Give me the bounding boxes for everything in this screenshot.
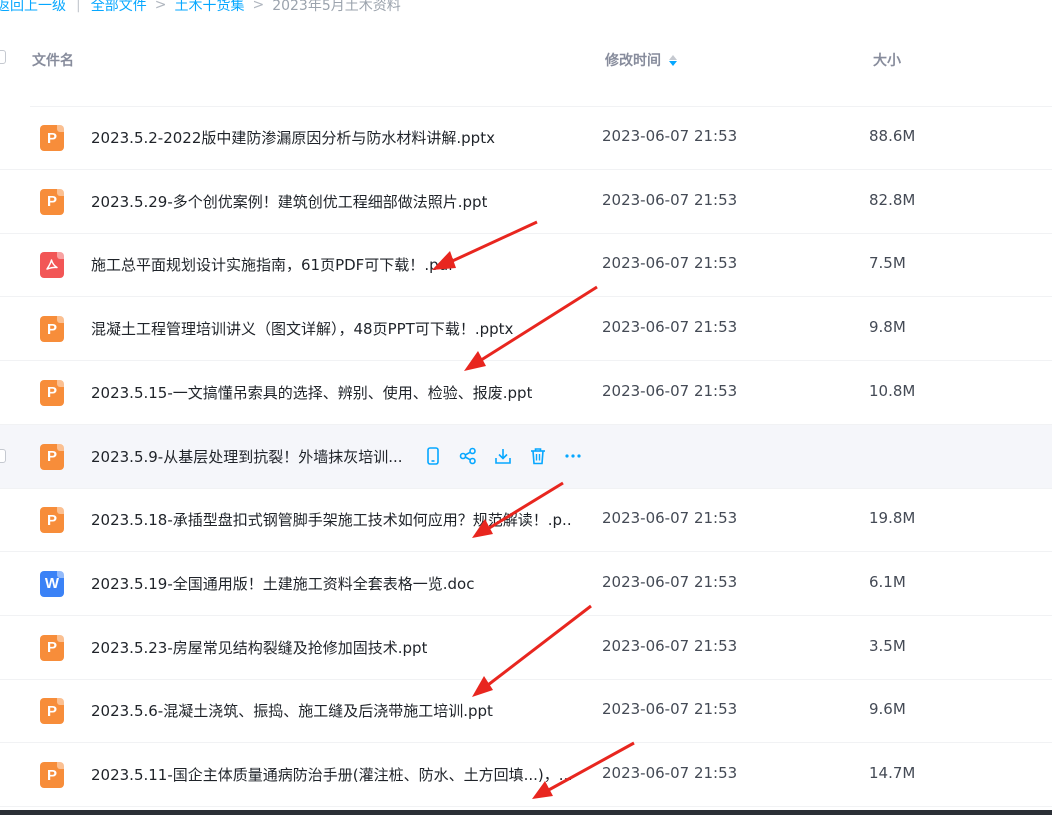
breadcrumb-current: 2023年5月土木资料 bbox=[272, 0, 401, 14]
file-name[interactable]: 2023.5.6-混凝土浇筑、振捣、施工缝及后浇带施工培训.ppt bbox=[91, 700, 493, 721]
column-time-header[interactable]: 修改时间 bbox=[605, 50, 677, 70]
mobile-icon[interactable] bbox=[424, 446, 442, 465]
file-name[interactable]: 2023.5.11-国企主体质量通病防治手册(灌注桩、防水、土方回填...)，.… bbox=[91, 764, 571, 785]
file-name[interactable]: 施工总平面规划设计实施指南，61页PDF可下载！.pdf bbox=[91, 254, 453, 275]
breadcrumb-separator: | bbox=[76, 0, 81, 13]
breadcrumb-arrow: > bbox=[154, 0, 167, 13]
file-modified-time: 2023-06-07 21:53 bbox=[602, 509, 738, 528]
file-size: 14.7M bbox=[869, 764, 916, 782]
file-row[interactable]: P 2023.5.15-一文搞懂吊索具的选择、辨别、使用、检验、报废.ppt 202… bbox=[0, 361, 1052, 425]
back-link[interactable]: 返回上一级 bbox=[0, 0, 66, 15]
breadcrumb-all-files[interactable]: 全部文件 bbox=[91, 0, 147, 15]
file-modified-time: 2023-06-07 21:53 bbox=[602, 254, 738, 273]
file-modified-time: 2023-06-07 21:53 bbox=[602, 636, 738, 655]
file-size: 9.6M bbox=[869, 700, 906, 719]
download-icon[interactable] bbox=[494, 447, 512, 465]
file-row[interactable]: W 2023.5.19-全国通用版！土建施工资料全套表格一览.doc 2023-06… bbox=[0, 552, 1052, 616]
file-size: 88.6M bbox=[869, 127, 916, 145]
breadcrumb-arrow: > bbox=[252, 0, 265, 13]
file-size: 19.8M bbox=[869, 509, 916, 528]
word-file-icon: W bbox=[40, 570, 64, 597]
ppt-file-icon: P bbox=[40, 188, 64, 215]
file-size: 9.8M bbox=[869, 318, 906, 337]
file-name[interactable]: 2023.5.15-一文搞懂吊索具的选择、辨别、使用、检验、报废.ppt bbox=[91, 382, 532, 403]
ppt-file-icon: P bbox=[40, 698, 64, 725]
file-modified-time: 2023-06-07 21:53 bbox=[602, 318, 738, 337]
file-list-page: 返回上一级 | 全部文件 > 土木干货集 > 2023年5月土木资料 文件名 修… bbox=[0, 0, 1052, 815]
delete-icon[interactable] bbox=[529, 447, 547, 465]
file-row[interactable]: P 2023.5.23-房屋常见结构裂缝及抢修加固技术.ppt 2023-06-07… bbox=[0, 616, 1052, 680]
file-row[interactable]: P 2023.5.18-承插型盘扣式钢管脚手架施工技术如何应用？规范解读！.p..… bbox=[0, 488, 1052, 553]
file-row[interactable]: P 2023.5.11-国企主体质量通病防治手册(灌注桩、防水、土方回填...)，… bbox=[0, 743, 1052, 807]
file-modified-time: 2023-06-07 21:53 bbox=[602, 190, 738, 209]
row-actions bbox=[424, 446, 582, 465]
file-row[interactable]: P 混凝土工程管理培训讲义（图文详解），48页PPT可下载！.pptx 2023-0… bbox=[0, 297, 1052, 362]
file-modified-time: 2023-06-07 21:53 bbox=[602, 572, 738, 591]
file-row[interactable]: P 2023.5.2-2022版中建防渗漏原因分析与防水材料讲解.pptx 2023… bbox=[0, 106, 1052, 170]
file-name[interactable]: 2023.5.29-多个创优案例！建筑创优工程细部做法照片.ppt bbox=[91, 191, 487, 212]
pdf-file-icon bbox=[40, 252, 64, 279]
file-row[interactable]: P 2023.5.6-混凝土浇筑、振捣、施工缝及后浇带施工培训.ppt 2023-0… bbox=[0, 679, 1052, 744]
breadcrumb: 返回上一级 | 全部文件 > 土木干货集 > 2023年5月土木资料 bbox=[0, 0, 401, 16]
file-name[interactable]: 2023.5.9-从基层处理到抗裂！外墙抹灰培训... bbox=[91, 446, 403, 467]
column-name-header[interactable]: 文件名 bbox=[32, 50, 74, 70]
file-row[interactable]: P 2023.5.29-多个创优案例！建筑创优工程细部做法照片.ppt 2023-0… bbox=[0, 170, 1052, 234]
row-checkbox[interactable] bbox=[0, 448, 6, 463]
select-all-checkbox[interactable] bbox=[0, 50, 6, 64]
bottom-edge bbox=[0, 810, 1052, 815]
ppt-file-icon: P bbox=[40, 379, 64, 406]
file-modified-time: 2023-06-07 21:53 bbox=[602, 764, 738, 782]
file-row[interactable]: 施工总平面规划设计实施指南，61页PDF可下载！.pdf 2023-06-07 2… bbox=[0, 233, 1052, 298]
column-size-header[interactable]: 大小 bbox=[873, 50, 901, 70]
file-size: 3.5M bbox=[869, 636, 906, 655]
sort-icon[interactable] bbox=[669, 54, 677, 66]
file-modified-time: 2023-06-07 21:53 bbox=[602, 127, 738, 145]
file-name[interactable]: 2023.5.23-房屋常见结构裂缝及抢修加固技术.ppt bbox=[91, 637, 427, 658]
file-name[interactable]: 2023.5.18-承插型盘扣式钢管脚手架施工技术如何应用？规范解读！.p... bbox=[91, 509, 571, 530]
ppt-file-icon: P bbox=[40, 125, 64, 151]
file-name[interactable]: 2023.5.19-全国通用版！土建施工资料全套表格一览.doc bbox=[91, 573, 474, 594]
share-icon[interactable] bbox=[459, 447, 477, 465]
ppt-file-icon: P bbox=[40, 443, 64, 470]
ppt-file-icon: P bbox=[40, 762, 64, 788]
file-size: 82.8M bbox=[869, 190, 916, 209]
list-header: 文件名 修改时间 大小 bbox=[0, 40, 1052, 78]
file-size: 7.5M bbox=[869, 254, 906, 273]
file-size: 10.8M bbox=[869, 381, 916, 400]
ppt-file-icon: P bbox=[40, 316, 64, 343]
file-name[interactable]: 2023.5.2-2022版中建防渗漏原因分析与防水材料讲解.pptx bbox=[91, 127, 495, 148]
file-modified-time: 2023-06-07 21:53 bbox=[602, 700, 738, 719]
column-time-label: 修改时间 bbox=[605, 53, 661, 69]
breadcrumb-folder[interactable]: 土木干货集 bbox=[174, 0, 244, 15]
more-icon[interactable] bbox=[564, 447, 582, 465]
file-modified-time: 2023-06-07 21:53 bbox=[602, 381, 738, 400]
file-row[interactable]: P 2023.5.9-从基层处理到抗裂！外墙抹灰培训... bbox=[0, 424, 1052, 489]
file-size: 6.1M bbox=[869, 572, 906, 591]
file-name[interactable]: 混凝土工程管理培训讲义（图文详解），48页PPT可下载！.pptx bbox=[91, 318, 513, 339]
ppt-file-icon: P bbox=[40, 634, 64, 661]
ppt-file-icon: P bbox=[40, 507, 64, 534]
